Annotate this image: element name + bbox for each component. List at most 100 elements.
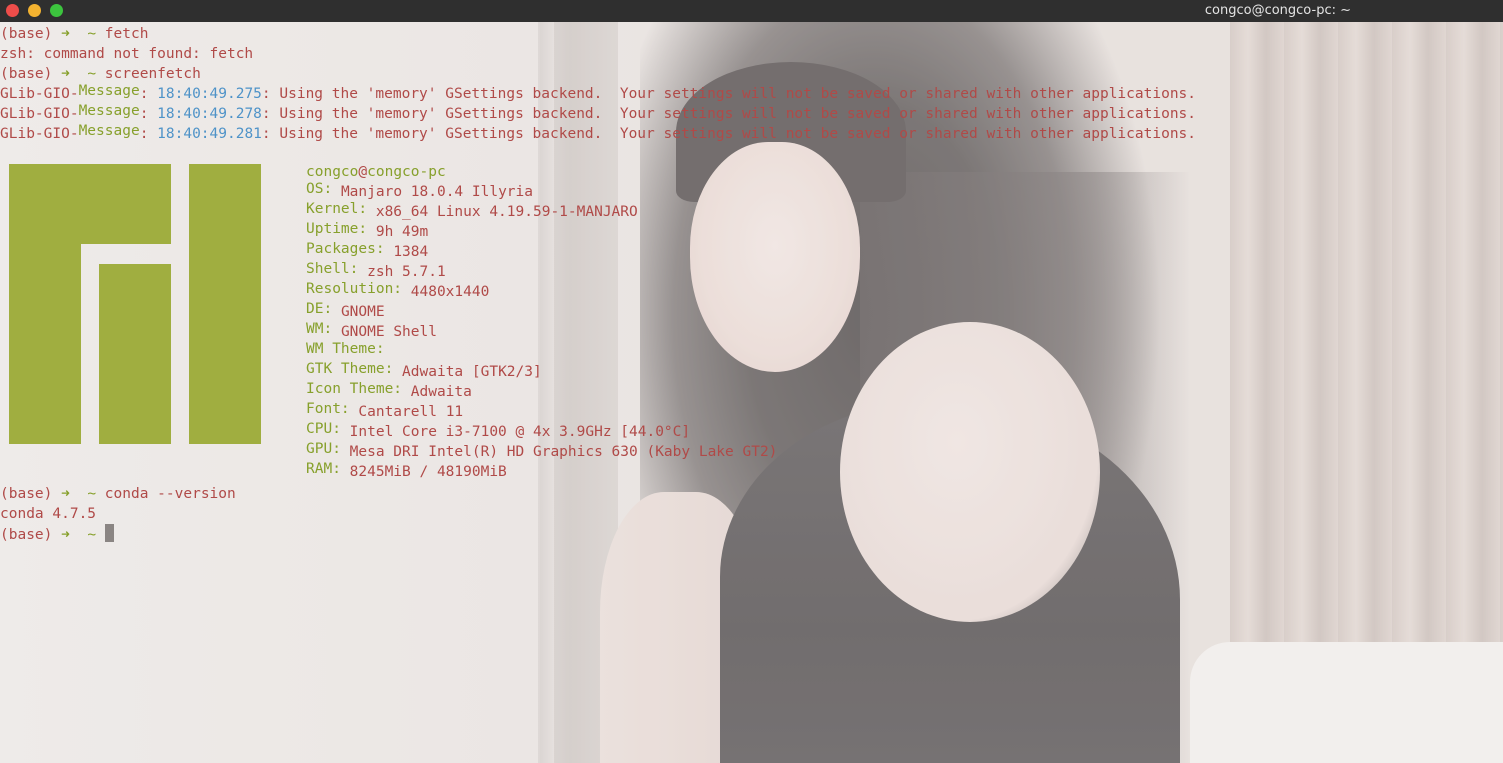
info-row-os: OS: Manjaro 18.0.4 Illyria (306, 181, 533, 202)
maximize-button[interactable] (50, 4, 63, 17)
info-row-de: DE: GNOME (306, 301, 385, 322)
glib-level: Message (78, 83, 140, 99)
info-row-packages: Packages: 1384 (306, 241, 429, 262)
prompt-arrow-icon: ➜ (61, 66, 70, 82)
info-key: CPU: (306, 421, 341, 437)
info-value: x86_64 Linux 4.19.59-1-MANJARO (375, 204, 638, 220)
info-value: Cantarell 11 (358, 404, 464, 420)
username: congco (306, 164, 359, 180)
conda-env: (base) (0, 486, 53, 502)
glib-message-line: GLib-GIO-Message: 18:40:49.275: Using th… (0, 83, 1197, 104)
info-value: GNOME Shell (340, 324, 437, 340)
glib-message-line: GLib-GIO-Message: 18:40:49.278: Using th… (0, 103, 1197, 124)
minimize-button[interactable] (28, 4, 41, 17)
glib-text: : Using the 'memory' GSettings backend. … (261, 86, 1197, 102)
glib-text: : Using the 'memory' GSettings backend. … (261, 126, 1197, 142)
info-row-gtk-theme: GTK Theme: Adwaita [GTK2/3] (306, 361, 542, 382)
info-row-gpu: GPU: Mesa DRI Intel(R) HD Graphics 630 (… (306, 441, 778, 462)
info-key: RAM: (306, 461, 341, 477)
glib-level: Message (78, 103, 140, 119)
user-host: congco@congco-pc (306, 162, 446, 182)
info-key: OS: (306, 181, 333, 197)
hostname: congco-pc (367, 164, 446, 180)
prompt-dir: ~ (87, 486, 97, 502)
prompt-line: (base) ➜ ~ conda --version (0, 484, 236, 504)
conda-env: (base) (0, 527, 53, 543)
info-value: 8245MiB / 48190MiB (349, 464, 507, 480)
title-bar[interactable]: congco@congco-pc: ~ (0, 0, 1503, 22)
prompt-dir: ~ (87, 26, 97, 42)
text-cursor[interactable] (104, 524, 114, 542)
info-value: Intel Core i3-7100 @ 4x 3.9GHz [44.0°C] (349, 424, 691, 440)
glib-colon: : (139, 126, 149, 142)
glib-timestamp: 18:40:49.278 (157, 106, 262, 122)
info-key: Uptime: (306, 221, 368, 237)
at-sign: @ (358, 164, 368, 180)
info-value: GNOME (340, 304, 385, 320)
glib-prefix: GLib-GIO- (0, 106, 79, 122)
info-value: 1384 (393, 244, 429, 260)
active-prompt-line[interactable]: (base) ➜ ~ (0, 524, 114, 544)
prompt-dir: ~ (87, 66, 97, 82)
glib-timestamp: 18:40:49.281 (157, 126, 262, 142)
info-value: 4480x1440 (410, 284, 490, 300)
info-value: Manjaro 18.0.4 Illyria (340, 184, 533, 200)
logo-block-right (189, 164, 261, 444)
info-row-wm-theme: WM Theme: (306, 341, 393, 362)
prompt-arrow-icon: ➜ (61, 527, 70, 543)
command-error: zsh: command not found: fetch (0, 46, 254, 62)
glib-colon: : (139, 86, 149, 102)
conda-env: (base) (0, 66, 53, 82)
terminal-window[interactable]: congco@congco-pc: ~ (base) ➜ ~ fetch zsh… (0, 0, 1503, 763)
info-row-uptime: Uptime: 9h 49m (306, 221, 429, 242)
command-text: screenfetch (104, 66, 201, 82)
glib-timestamp: 18:40:49.275 (157, 86, 262, 102)
glib-text: : Using the 'memory' GSettings backend. … (261, 106, 1197, 122)
info-row-ram: RAM: 8245MiB / 48190MiB (306, 461, 507, 482)
info-key: GTK Theme: (306, 361, 394, 377)
info-row-resolution: Resolution: 4480x1440 (306, 281, 490, 302)
info-row-kernel: Kernel: x86_64 Linux 4.19.59-1-MANJARO (306, 201, 638, 222)
logo-block-left (9, 244, 81, 444)
info-key: Resolution: (306, 281, 403, 297)
info-row-icon-theme: Icon Theme: Adwaita (306, 381, 472, 402)
glib-prefix: GLib-GIO- (0, 126, 79, 142)
manjaro-logo (9, 164, 261, 444)
prompt-dir: ~ (87, 527, 97, 543)
glib-prefix: GLib-GIO- (0, 86, 79, 102)
prompt-arrow-icon: ➜ (61, 26, 70, 42)
window-title: congco@congco-pc: ~ (1204, 3, 1351, 18)
info-key: Packages: (306, 241, 385, 257)
info-key: Kernel: (306, 201, 368, 217)
command-output: conda 4.7.5 (0, 506, 97, 522)
info-value: Mesa DRI Intel(R) HD Graphics 630 (Kaby … (349, 444, 778, 460)
info-row-font: Font: Cantarell 11 (306, 401, 464, 422)
info-value: 9h 49m (375, 224, 429, 240)
glib-level: Message (78, 123, 140, 139)
info-value: Adwaita (410, 384, 472, 400)
info-row-shell: Shell: zsh 5.7.1 (306, 261, 446, 282)
glib-message-line: GLib-GIO-Message: 18:40:49.281: Using th… (0, 123, 1197, 144)
logo-block-top (9, 164, 171, 244)
info-key: Shell: (306, 261, 359, 277)
glib-colon: : (139, 106, 149, 122)
info-key: Font: (306, 401, 350, 417)
terminal-output[interactable]: (base) ➜ ~ fetch zsh: command not found:… (0, 22, 1503, 763)
prompt-line: (base) ➜ ~ fetch (0, 24, 148, 44)
info-key: DE: (306, 301, 333, 317)
command-text: conda --version (104, 486, 236, 502)
info-key: WM: (306, 321, 333, 337)
info-key: Icon Theme: (306, 381, 403, 397)
info-key: GPU: (306, 441, 341, 457)
info-value: Adwaita [GTK2/3] (402, 364, 542, 380)
logo-block-middle (99, 264, 171, 444)
info-row-cpu: CPU: Intel Core i3-7100 @ 4x 3.9GHz [44.… (306, 421, 691, 442)
prompt-arrow-icon: ➜ (61, 486, 70, 502)
prompt-line: (base) ➜ ~ screenfetch (0, 64, 201, 84)
command-text: fetch (104, 26, 149, 42)
info-row-wm: WM: GNOME Shell (306, 321, 437, 342)
info-value: zsh 5.7.1 (367, 264, 446, 280)
info-key: WM Theme: (306, 341, 385, 357)
conda-env: (base) (0, 26, 53, 42)
close-button[interactable] (6, 4, 19, 17)
